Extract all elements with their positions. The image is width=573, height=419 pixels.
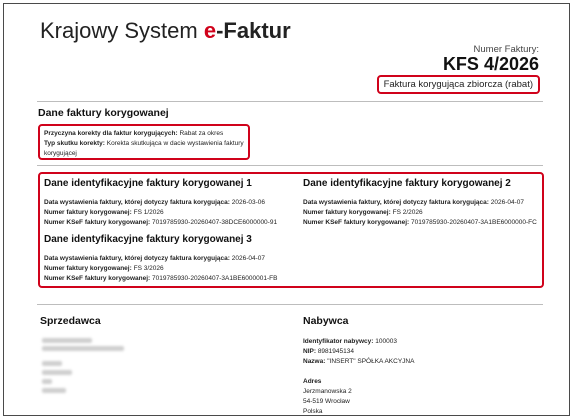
effect-label: Typ skutku korekty: (44, 139, 105, 147)
buyer-heading: Nabywca (303, 315, 349, 327)
title-text: Krajowy System (40, 18, 204, 43)
invoice-number-row: Numer faktury korygowanej: FS 2/2026 (303, 208, 537, 218)
ksef-number-value: 7019785930-20260407-3A1BE6000000-FC (411, 218, 537, 226)
buyer-nip-value: 8981945134 (317, 347, 354, 355)
buyer-name-row: Nazwa: "INSERT" SPÓŁKA AKCYJNA (303, 357, 414, 367)
correction-effect: Typ skutku korekty: Korekta skutkująca w… (44, 139, 244, 159)
buyer-name-value: "INSERT" SPÓŁKA AKCYJNA (327, 357, 415, 365)
issue-date-value: 2026-03-06 (231, 199, 265, 206)
ksef-number-label: Numer KSeF faktury korygowanej: (44, 218, 151, 226)
invoice-number-value: FS 2/2026 (392, 208, 423, 216)
ksef-number-label: Numer KSeF faktury korygowanej: (44, 274, 151, 282)
redacted-line (42, 338, 92, 343)
ksef-number-label: Numer KSeF faktury korygowanej: (303, 218, 410, 226)
issue-date-label: Data wystawienia faktury, której dotyczy… (44, 255, 230, 262)
ksef-number-value: 7019785930-20260407-38DCE6000000-91 (152, 218, 278, 226)
title-e-letter: e (203, 18, 217, 43)
buyer-address-line: Jerzmanowska 2 (303, 388, 352, 395)
buyer-id-value: 100003 (375, 338, 397, 345)
invoice-number-label: Numer faktury korygowanej: (303, 208, 391, 216)
correction-reason-box: Przyczyna korekty dla faktur korygującyc… (38, 124, 250, 160)
issue-date-value: 2026-04-07 (490, 199, 524, 206)
ksef-number-row: Numer KSeF faktury korygowanej: 70197859… (303, 218, 537, 228)
redacted-line (42, 388, 66, 393)
title-faktur-text: -Faktur (216, 18, 291, 43)
issue-date-row: Data wystawienia faktury, której dotyczy… (44, 254, 277, 264)
issue-date-label: Data wystawienia faktury, której dotyczy… (303, 199, 489, 206)
redacted-line (42, 346, 124, 351)
reason-label: Przyczyna korekty dla faktur korygującyc… (44, 130, 178, 137)
redacted-line (42, 361, 62, 366)
ksef-number-row: Numer KSeF faktury korygowanej: 70197859… (44, 218, 277, 228)
invoice-number: KFS 4/2026 (442, 54, 539, 74)
correction-reason: Przyczyna korekty dla faktur korygującyc… (44, 129, 244, 139)
reason-value: Rabat za okres (179, 130, 224, 137)
buyer-nip-row: NIP: 8981945134 (303, 347, 414, 357)
corrected-invoice-heading: Dane faktury korygowanej (38, 107, 169, 119)
divider (37, 165, 543, 166)
buyer-nip-label: NIP: (303, 347, 316, 355)
invoice-number-label: Numer faktury korygowanej: (44, 264, 132, 272)
redacted-line (42, 370, 72, 375)
invoice-number-row: Numer faktury korygowanej: FS 1/2026 (44, 208, 277, 218)
ksef-number-value: 7019785930-20260407-3A1BE6000001-FB (152, 274, 278, 282)
buyer-name-label: Nazwa: (303, 357, 326, 365)
buyer-address-line: 54-519 Wrocław (303, 397, 350, 405)
corrected-invoice-heading: Dane identyfikacyjne faktury korygowanej… (44, 234, 252, 245)
invoice-number-value: FS 1/2026 (133, 208, 164, 216)
issue-date-row: Data wystawienia faktury, której dotyczy… (303, 198, 537, 208)
page-title: Krajowy System e-Faktur (40, 18, 291, 44)
invoice-document: Krajowy System e-Faktur Numer Faktury: K… (3, 3, 570, 416)
invoice-type-badge: Faktura korygująca zbiorcza (rabat) (376, 75, 540, 94)
buyer-address-line: Polska (303, 407, 323, 415)
invoice-number-label: Numer faktury korygowanej: (44, 208, 132, 216)
divider (37, 304, 543, 305)
invoice-number-value: FS 3/2026 (133, 264, 164, 272)
issue-date-value: 2026-04-07 (231, 255, 265, 262)
divider (37, 101, 543, 102)
corrected-invoice-heading: Dane identyfikacyjne faktury korygowanej… (303, 178, 511, 189)
issue-date-label: Data wystawienia faktury, której dotyczy… (44, 199, 230, 206)
invoice-number-row: Numer faktury korygowanej: FS 3/2026 (44, 264, 277, 274)
corrected-invoices-box: Dane identyfikacyjne faktury korygowanej… (38, 172, 544, 288)
corrected-invoice-1: Dane identyfikacyjne faktury korygowanej… (44, 178, 277, 227)
issue-date-row: Data wystawienia faktury, której dotyczy… (44, 198, 277, 208)
buyer-id-label: Identyfikator nabywcy: (303, 338, 374, 345)
corrected-invoice-heading: Dane identyfikacyjne faktury korygowanej… (44, 178, 252, 189)
corrected-invoice-3: Dane identyfikacyjne faktury korygowanej… (44, 234, 277, 283)
redacted-line (42, 379, 52, 384)
buyer-id-row: Identyfikator nabywcy: 100003 (303, 337, 414, 347)
seller-heading: Sprzedawca (40, 315, 101, 327)
ksef-number-row: Numer KSeF faktury korygowanej: 70197859… (44, 274, 277, 284)
corrected-invoice-2: Dane identyfikacyjne faktury korygowanej… (303, 178, 537, 227)
buyer-details: Identyfikator nabywcy: 100003 NIP: 89819… (303, 337, 414, 415)
buyer-address-label: Adres (303, 378, 322, 386)
